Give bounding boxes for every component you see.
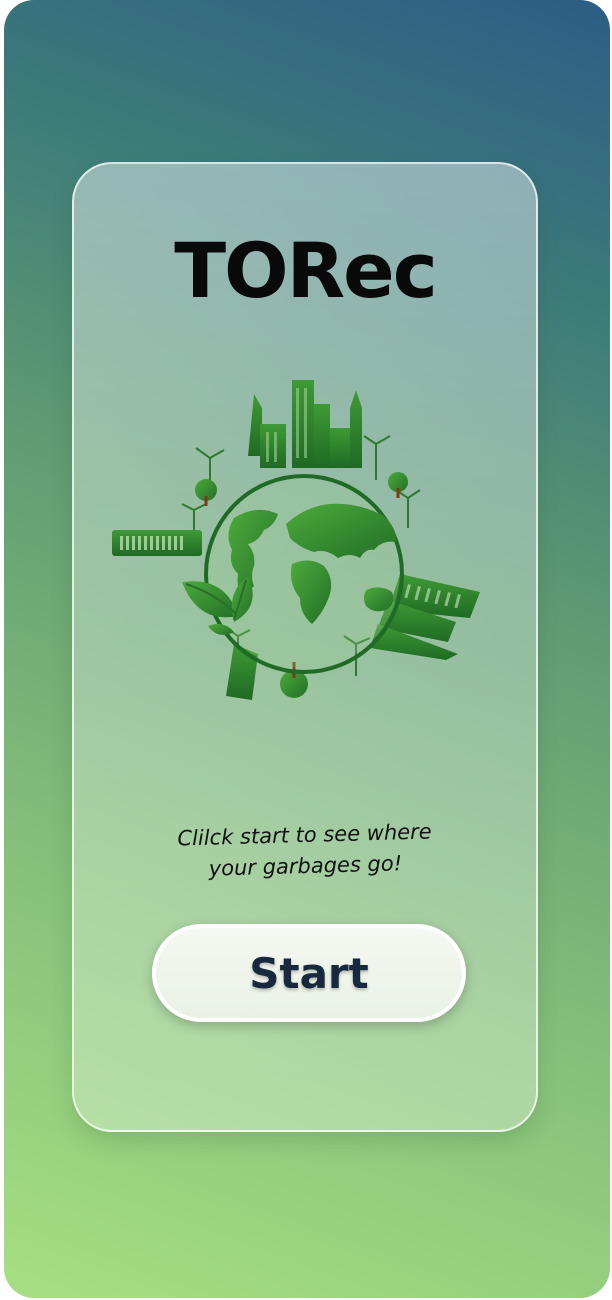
app-screen: TORec Clilck start to see where your gar…	[4, 0, 610, 1298]
eco-city-globe-icon	[108, 378, 488, 710]
start-button[interactable]: Start	[152, 924, 466, 1022]
welcome-card: TORec Clilck start to see where your gar…	[72, 162, 538, 1132]
app-title: TORec	[174, 226, 438, 315]
start-button-label: Start	[249, 948, 369, 998]
tagline: Clilck start to see where your garbages …	[73, 814, 537, 889]
